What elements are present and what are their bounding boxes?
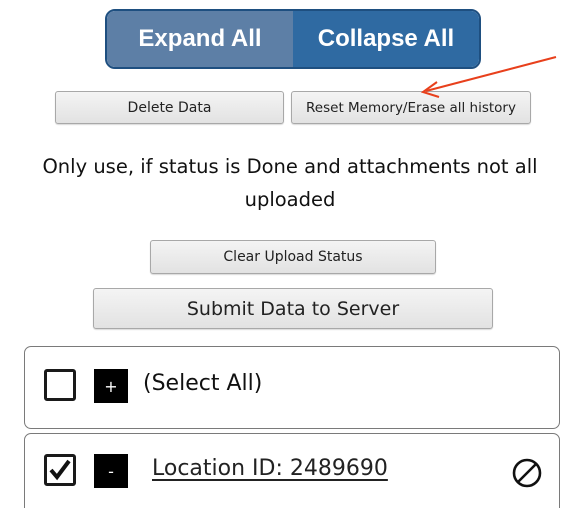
prohibited-icon[interactable] <box>510 456 544 490</box>
status-note: Only use, if status is Done and attachme… <box>42 155 538 211</box>
select-all-label[interactable]: (Select All) <box>143 371 262 396</box>
reset-memory-button[interactable]: Reset Memory/Erase all history <box>291 91 531 124</box>
select-all-checkbox[interactable] <box>44 369 76 401</box>
location-checkbox[interactable] <box>44 454 76 486</box>
list-item: - Location ID: 2489690 <box>24 433 560 508</box>
expand-toggle-button[interactable]: + <box>94 369 128 403</box>
submit-data-button[interactable]: Submit Data to Server <box>93 288 493 329</box>
page: Expand All Collapse All Delete Data Rese… <box>0 0 578 508</box>
delete-data-button[interactable]: Delete Data <box>55 91 284 124</box>
location-id-link[interactable]: Location ID: 2489690 <box>152 456 388 481</box>
expand-all-button[interactable]: Expand All <box>107 11 293 67</box>
checkmark-icon <box>49 459 71 481</box>
collapse-toggle-button[interactable]: - <box>94 454 128 488</box>
expand-collapse-control: Expand All Collapse All <box>105 9 481 69</box>
select-all-row: + (Select All) <box>24 346 560 429</box>
clear-upload-status-button[interactable]: Clear Upload Status <box>150 240 436 274</box>
collapse-all-button[interactable]: Collapse All <box>293 11 479 67</box>
